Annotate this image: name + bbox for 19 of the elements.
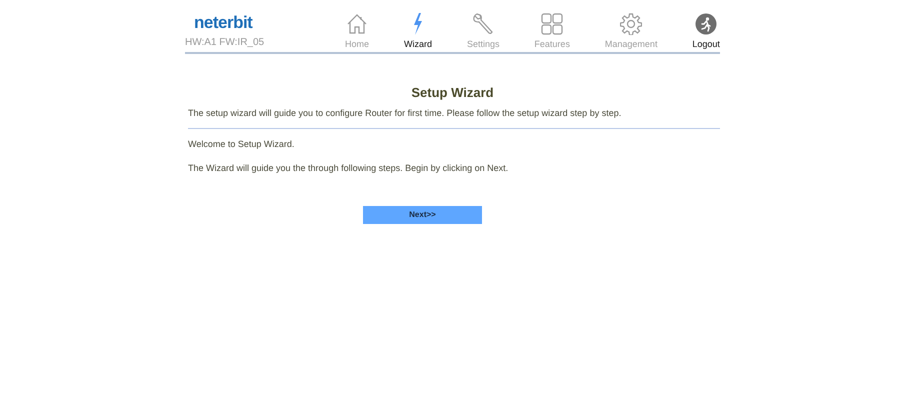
description-text: The setup wizard will guide you to configure Router for first time. Please follow the setup wizard step by step. [188, 106, 622, 120]
nav-tab[interactable]: Home [345, 12, 370, 49]
nav-tab[interactable]: Logout [692, 12, 720, 49]
paragraph-text: Welcome to Setup Wizard. [188, 138, 296, 151]
brand-logo: neterbit [194, 14, 252, 31]
page-title: Setup Wizard [411, 84, 494, 102]
nav-tab[interactable]: Management [604, 12, 658, 49]
wrench-icon [472, 13, 494, 35]
nav-tab[interactable]: Wizard [404, 12, 432, 49]
home-icon [346, 13, 368, 35]
lightning-icon [412, 13, 424, 35]
nav-tab[interactable]: Settings [466, 12, 500, 49]
running-person-icon [695, 13, 718, 35]
nav-tab[interactable]: Features [534, 12, 570, 49]
paragraph-text: The Wizard will guide you the through following steps. Begin by clicking on Next. [188, 162, 510, 175]
version-text: HW:A1 FW:IR_05 [185, 38, 266, 48]
grid-icon [541, 13, 564, 35]
next-button[interactable]: Next>> [363, 206, 482, 224]
gear-icon [620, 13, 642, 35]
